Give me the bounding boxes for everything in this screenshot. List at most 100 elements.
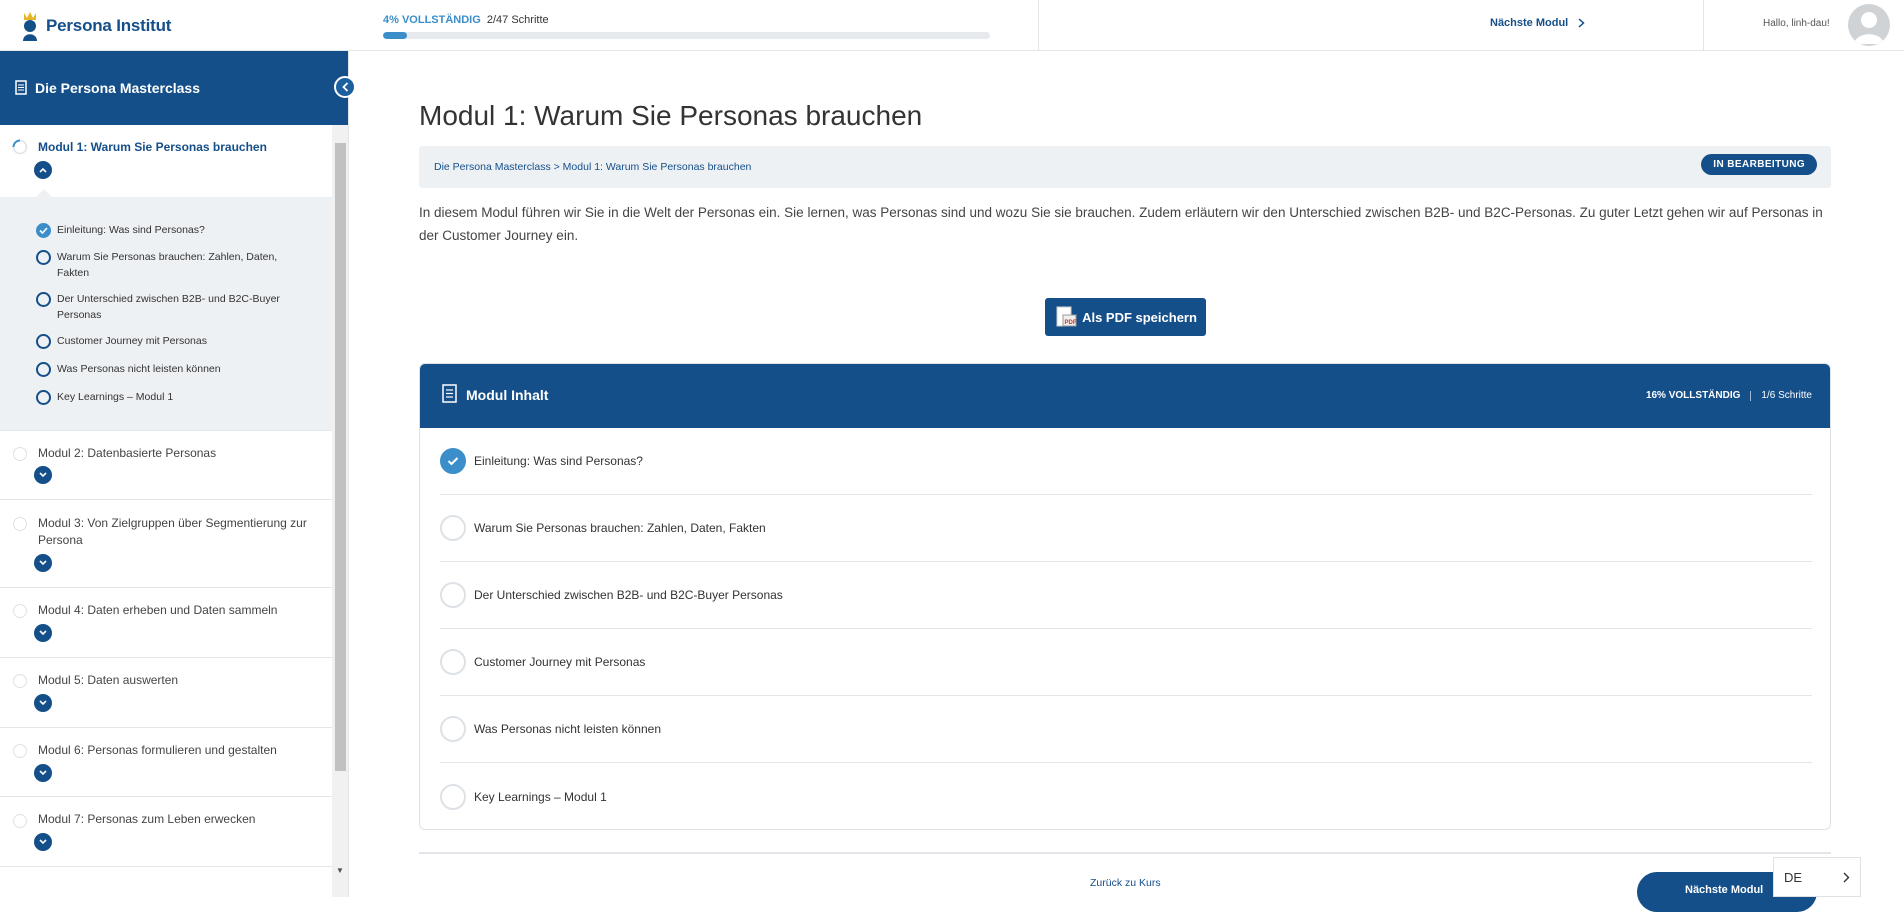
step-circle-icon	[440, 783, 466, 810]
sidebar-header: Die Persona Masterclass	[0, 51, 348, 125]
content-row[interactable]: Einleitung: Was sind Personas?	[440, 428, 1812, 495]
scroll-down-arrow-icon[interactable]: ▼	[336, 866, 344, 875]
page-title: Modul 1: Warum Sie Personas brauchen	[419, 100, 923, 131]
module-intro: In diesem Modul führen wir Sie in die We…	[419, 205, 1823, 243]
top-bar: Persona Institut 4% VOLLSTÄNDIG 2/47 Sch…	[0, 0, 1904, 51]
pdf-icon: PDF	[1056, 306, 1077, 327]
avatar[interactable]	[1848, 4, 1890, 46]
document-icon	[15, 80, 27, 95]
module-expand-button[interactable]	[34, 833, 52, 851]
module-title[interactable]: Modul 7: Personas zum Leben erwecken	[38, 811, 318, 828]
sidebar-step-label: Der Unterschied zwischen B2B- und B2C-Bu…	[57, 293, 280, 321]
back-to-course-link[interactable]: Zurück zu Kurs	[1090, 877, 1161, 889]
sidebar-step-label: Customer Journey mit Personas	[57, 335, 207, 347]
module-status-icon	[13, 517, 27, 531]
module-status-icon	[13, 674, 27, 688]
content-row[interactable]: Was Personas nicht leisten können	[440, 696, 1812, 763]
sidebar-step[interactable]: Einleitung: Was sind Personas?	[36, 222, 296, 238]
module-status-icon	[13, 744, 27, 758]
module-steps-list: Einleitung: Was sind Personas? Warum Sie…	[0, 197, 332, 430]
next-module-link[interactable]: Nächste Modul	[1490, 17, 1585, 29]
content-row-label: Warum Sie Personas brauchen: Zahlen, Dat…	[474, 521, 766, 535]
save-pdf-button[interactable]: PDF Als PDF speichern	[1045, 298, 1206, 336]
module-expand-button[interactable]	[34, 624, 52, 642]
sidebar-step-label: Warum Sie Personas brauchen: Zahlen, Dat…	[57, 251, 278, 279]
divider	[0, 866, 332, 867]
sidebar-step[interactable]: Key Learnings – Modul 1	[36, 389, 296, 405]
in-progress-icon	[12, 139, 28, 155]
language-switcher[interactable]: DE	[1773, 857, 1861, 897]
module-status-icon	[13, 447, 27, 461]
sidebar-step[interactable]: Customer Journey mit Personas	[36, 333, 296, 349]
module-status-icon	[13, 604, 27, 618]
progress-percent: 4% VOLLSTÄNDIG	[383, 14, 481, 26]
status-badge: IN BEARBEITUNG	[1701, 154, 1817, 175]
chevron-down-icon	[39, 472, 47, 478]
document-icon	[442, 384, 457, 403]
content-row-label: Customer Journey mit Personas	[474, 655, 646, 669]
chevron-right-icon	[1843, 872, 1850, 882]
sidebar-scroll-thumb[interactable]	[335, 143, 346, 771]
chevron-down-icon	[39, 700, 47, 706]
step-circle-icon	[36, 362, 51, 377]
module-expand-button[interactable]	[34, 694, 52, 712]
step-circle-icon	[36, 390, 51, 405]
divider	[0, 587, 332, 588]
content-row-label: Key Learnings – Modul 1	[474, 789, 607, 804]
content-row-label: Einleitung: Was sind Personas?	[474, 454, 643, 468]
module-collapse-button[interactable]	[34, 161, 52, 179]
sidebar-step[interactable]: Was Personas nicht leisten können	[36, 361, 296, 377]
module-title[interactable]: Modul 3: Von Zielgruppen über Segmentier…	[38, 515, 323, 549]
divider	[0, 657, 332, 658]
sidebar-step-label: Einleitung: Was sind Personas?	[57, 224, 205, 236]
next-module-label: Nächste Modul	[1490, 17, 1569, 29]
module-1-expanded: Modul 1: Warum Sie Personas brauchen Ein…	[0, 125, 332, 430]
persona-logo-icon	[23, 12, 37, 41]
module-content-box: Modul Inhalt 16% VOLLSTÄNDIG 1/6 Schritt…	[419, 363, 1831, 830]
progress-bar-fill	[383, 32, 408, 39]
content-row[interactable]: Warum Sie Personas brauchen: Zahlen, Dat…	[440, 495, 1812, 562]
module-title[interactable]: Modul 2: Datenbasierte Personas	[38, 445, 318, 462]
content-row[interactable]: Der Unterschied zwischen B2B- und B2C-Bu…	[440, 562, 1812, 629]
module-title-active[interactable]: Modul 1: Warum Sie Personas brauchen	[38, 139, 318, 156]
user-greeting: Hallo, linh-dau!	[1763, 18, 1830, 29]
logo[interactable]: Persona Institut	[20, 10, 171, 42]
step-circle-icon	[440, 582, 466, 608]
progress-bar	[383, 32, 990, 39]
chevron-down-icon	[39, 770, 47, 776]
divider	[1038, 0, 1039, 51]
module-status-icon	[13, 814, 27, 828]
step-circle-icon	[36, 250, 51, 265]
module-progress-steps: 1/6 Schritte	[1761, 390, 1812, 401]
logo-text: Persona Institut	[46, 16, 172, 35]
step-circle-icon	[440, 649, 466, 675]
expand-pointer	[36, 189, 52, 197]
progress-steps: 2/47 Schritte	[486, 14, 549, 26]
divider	[0, 430, 332, 431]
sidebar-step[interactable]: Warum Sie Personas brauchen: Zahlen, Dat…	[36, 249, 296, 281]
content-row-label: Der Unterschied zwischen B2B- und B2C-Bu…	[474, 588, 783, 602]
chevron-down-icon	[39, 560, 47, 566]
course-title[interactable]: Die Persona Masterclass	[35, 80, 200, 96]
svg-text:PDF: PDF	[1065, 320, 1077, 326]
divider	[0, 499, 332, 500]
module-title[interactable]: Modul 6: Personas formulieren und gestal…	[38, 742, 318, 759]
sidebar-step-label: Was Personas nicht leisten können	[57, 363, 221, 375]
module-expand-button[interactable]	[34, 764, 52, 782]
chevron-down-icon	[39, 839, 47, 845]
breadcrumb-text[interactable]: Die Persona Masterclass > Modul 1: Warum…	[434, 161, 751, 173]
language-label: DE	[1784, 869, 1803, 885]
breadcrumb: Die Persona Masterclass > Modul 1: Warum…	[419, 146, 1831, 188]
module-title[interactable]: Modul 4: Daten erheben und Daten sammeln	[38, 602, 318, 619]
chevron-up-icon	[39, 167, 47, 173]
content-row[interactable]: Key Learnings – Modul 1	[440, 763, 1812, 829]
sidebar-step-label: Key Learnings – Modul 1	[57, 391, 174, 403]
content-row[interactable]: Customer Journey mit Personas	[440, 629, 1812, 696]
module-title[interactable]: Modul 5: Daten auswerten	[38, 672, 318, 689]
module-expand-button[interactable]	[34, 554, 52, 572]
sidebar-step[interactable]: Der Unterschied zwischen B2B- und B2C-Bu…	[36, 291, 296, 323]
module-content-title: Modul Inhalt	[466, 387, 549, 403]
module-expand-button[interactable]	[34, 466, 52, 484]
step-circle-icon	[36, 334, 51, 349]
course-sidebar: Die Persona Masterclass Modul 1: Warum S…	[0, 51, 349, 897]
